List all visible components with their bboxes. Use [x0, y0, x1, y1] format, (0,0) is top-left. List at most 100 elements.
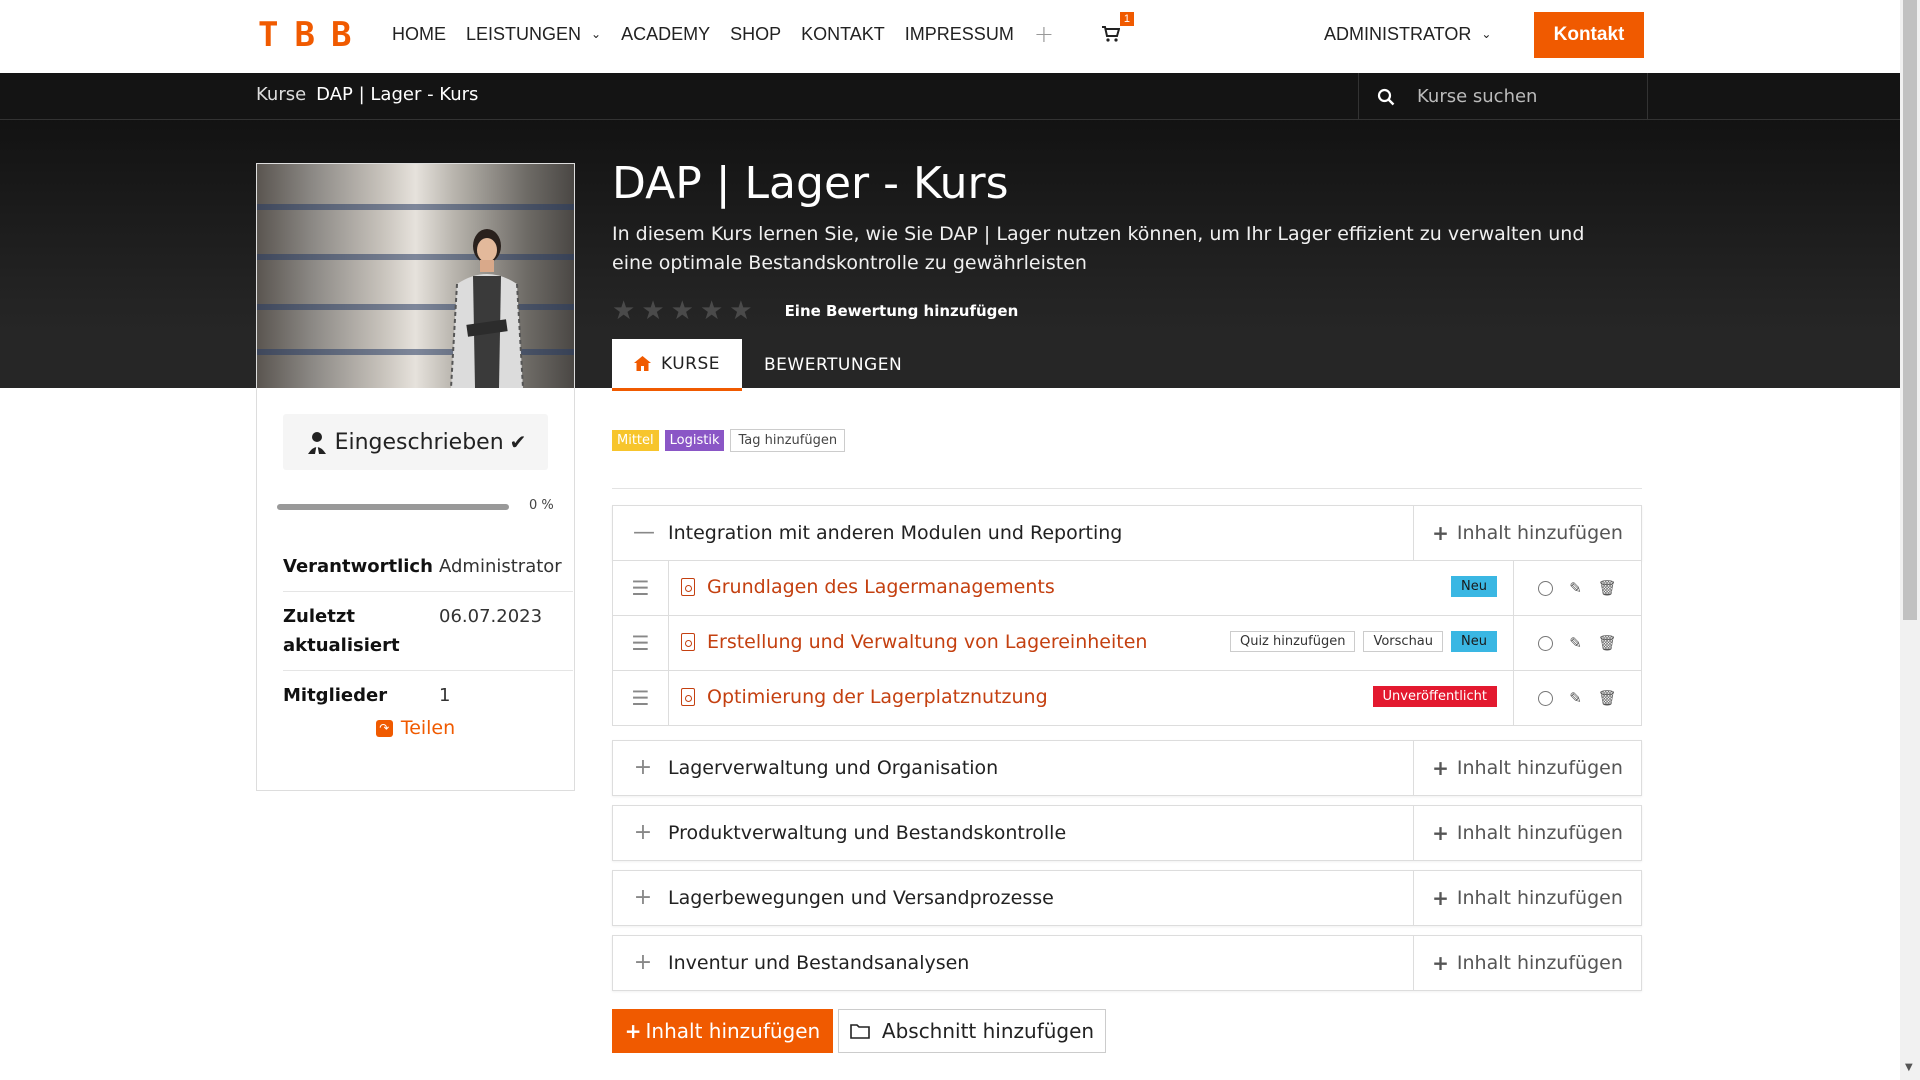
add-content-button[interactable]: + Inhalt hinzufügen — [1413, 806, 1641, 860]
trash-icon[interactable]: 🗑 — [1598, 579, 1617, 597]
meta-value: Administrator — [439, 556, 562, 577]
cart-button[interactable]: 1 — [1101, 12, 1135, 42]
add-content-button[interactable]: + Inhalt hinzufügen — [1413, 741, 1641, 795]
plus-icon: + — [1432, 886, 1449, 910]
edit-icon[interactable]: ✎ — [1569, 634, 1582, 652]
nav-impressum[interactable]: IMPRESSUM — [905, 24, 1014, 45]
add-rating-link[interactable]: Eine Bewertung hinzufügen — [785, 302, 1019, 320]
add-content-button[interactable]: + Inhalt hinzufügen — [1413, 871, 1641, 925]
admin-label: ADMINISTRATOR — [1324, 23, 1472, 44]
plus-icon: + — [1432, 756, 1449, 780]
search-icon[interactable] — [1377, 88, 1395, 106]
search-input[interactable] — [1417, 86, 1617, 107]
pdf-icon — [681, 578, 695, 596]
pdf-icon — [681, 688, 695, 706]
edit-icon[interactable]: ✎ — [1569, 579, 1582, 597]
person-illustration — [450, 229, 524, 388]
meta-key: Mitglieder — [283, 685, 388, 706]
enrolled-label: Eingeschrieben — [334, 429, 504, 455]
section-title[interactable]: Lagerbewegungen und Versandprozesse — [668, 887, 1054, 909]
lesson-badges: Unveröffentlicht — [1372, 686, 1497, 707]
brand-logo[interactable]: T B B — [258, 15, 354, 55]
tag-mittel[interactable]: Mittel — [612, 430, 659, 451]
add-section-button[interactable]: Abschnitt hinzufügen — [838, 1009, 1106, 1053]
drag-handle-icon[interactable]: ☰ — [613, 561, 669, 615]
enrolled-status: Eingeschrieben ✔ — [283, 414, 548, 470]
section-title[interactable]: Produktverwaltung und Bestandskontrolle — [668, 822, 1066, 844]
preview-button[interactable]: Vorschau — [1363, 631, 1444, 652]
section-title[interactable]: Inventur und Bestandsanalysen — [668, 952, 969, 974]
logo-letter-3: B — [330, 15, 354, 55]
badge-new: Neu — [1451, 576, 1497, 597]
course-image — [257, 164, 574, 388]
expand-icon[interactable]: + — [633, 820, 653, 845]
add-content-button[interactable]: + Inhalt hinzufügen — [1413, 936, 1641, 990]
course-section: + Produktverwaltung und Bestandskontroll… — [612, 805, 1642, 861]
tab-kurse-label: KURSE — [661, 353, 720, 374]
meta-value: 1 — [439, 685, 451, 706]
complete-circle-icon[interactable] — [1538, 580, 1554, 596]
drag-handle-icon[interactable]: ☰ — [613, 671, 669, 725]
logo-letter-1: T — [258, 15, 281, 55]
lesson-actions: ✎ 🗑 — [1513, 616, 1641, 670]
star-icon[interactable]: ★ — [700, 298, 723, 324]
add-content-label: Inhalt hinzufügen — [1456, 522, 1623, 544]
star-icon[interactable]: ★ — [729, 298, 752, 324]
star-icon[interactable]: ★ — [612, 298, 635, 324]
complete-circle-icon[interactable] — [1538, 635, 1554, 651]
add-content-main-button[interactable]: + Inhalt hinzufügen — [612, 1009, 833, 1053]
plus-icon: + — [624, 1019, 642, 1043]
lesson-title[interactable]: Grundlagen des Lagermanagements — [707, 576, 1055, 598]
nav-home[interactable]: HOME — [392, 24, 446, 45]
section-title[interactable]: Integration mit anderen Modulen und Repo… — [668, 522, 1122, 544]
trash-icon[interactable]: 🗑 — [1598, 689, 1617, 707]
expand-icon[interactable]: + — [633, 885, 653, 910]
cart-icon — [1101, 26, 1120, 42]
lesson-row: ☰ Optimierung der Lagerplatznutzung Unve… — [612, 671, 1642, 726]
plus-icon[interactable]: + — [1034, 22, 1054, 46]
course-tags: Mittel Logistik Tag hinzufügen — [612, 429, 846, 452]
expand-icon[interactable]: + — [633, 755, 653, 780]
course-description: In diesem Kurs lernen Sie, wie Sie DAP |… — [612, 223, 1585, 274]
collapse-icon[interactable]: — — [633, 520, 655, 545]
nav-kontakt[interactable]: KONTAKT — [801, 24, 885, 45]
cart-count-badge: 1 — [1119, 12, 1135, 26]
scroll-thumb[interactable] — [1903, 0, 1917, 620]
edit-icon[interactable]: ✎ — [1569, 689, 1582, 707]
lesson-title[interactable]: Optimierung der Lagerplatznutzung — [707, 686, 1048, 708]
tag-logistik[interactable]: Logistik — [664, 430, 725, 451]
nav-leistungen[interactable]: LEISTUNGEN ⌄ — [466, 24, 601, 45]
add-content-button[interactable]: + Inhalt hinzufügen — [1413, 506, 1641, 560]
kontakt-button[interactable]: Kontakt — [1534, 12, 1644, 58]
add-tag-button[interactable]: Tag hinzufügen — [730, 429, 846, 452]
add-section-label: Abschnitt hinzufügen — [881, 1019, 1095, 1043]
add-content-label: Inhalt hinzufügen — [1456, 822, 1623, 844]
star-icon[interactable]: ★ — [671, 298, 694, 324]
breadcrumb-root[interactable]: Kurse — [256, 84, 306, 105]
add-quiz-button[interactable]: Quiz hinzufügen — [1229, 631, 1356, 652]
lesson-badges: Neu — [1451, 576, 1497, 597]
share-button[interactable]: ↷ Teilen — [257, 717, 574, 739]
lesson-actions: ✎ 🗑 — [1513, 671, 1641, 725]
badge-new: Neu — [1451, 631, 1497, 652]
plus-icon: + — [1432, 821, 1449, 845]
tab-kurse[interactable]: KURSE — [612, 339, 742, 391]
nav-leistungen-label: LEISTUNGEN — [466, 23, 582, 44]
admin-menu[interactable]: ADMINISTRATOR ⌄ — [1324, 0, 1491, 68]
nav-academy[interactable]: ACADEMY — [621, 24, 710, 45]
scroll-down-icon[interactable]: ▼ — [1905, 1062, 1913, 1073]
meta-key: Verantwortlich — [283, 556, 433, 577]
nav-shop[interactable]: SHOP — [730, 24, 781, 45]
course-section: + Lagerverwaltung und Organisation + Inha… — [612, 740, 1642, 796]
complete-circle-icon[interactable] — [1538, 690, 1554, 706]
star-icon[interactable]: ★ — [641, 298, 664, 324]
drag-handle-icon[interactable]: ☰ — [613, 616, 669, 670]
tab-bewertungen[interactable]: BEWERTUNGEN — [742, 339, 924, 391]
expand-icon[interactable]: + — [633, 950, 653, 975]
check-icon: ✔ — [509, 430, 527, 454]
trash-icon[interactable]: 🗑 — [1598, 634, 1617, 652]
course-sidebar-card: Eingeschrieben ✔ 0 % Verantwortlich Admi… — [256, 163, 575, 791]
lesson-title[interactable]: Erstellung und Verwaltung von Lagereinhe… — [707, 631, 1147, 653]
page-scrollbar[interactable]: ▲ ▼ — [1900, 0, 1920, 1080]
section-title[interactable]: Lagerverwaltung und Organisation — [668, 757, 998, 779]
